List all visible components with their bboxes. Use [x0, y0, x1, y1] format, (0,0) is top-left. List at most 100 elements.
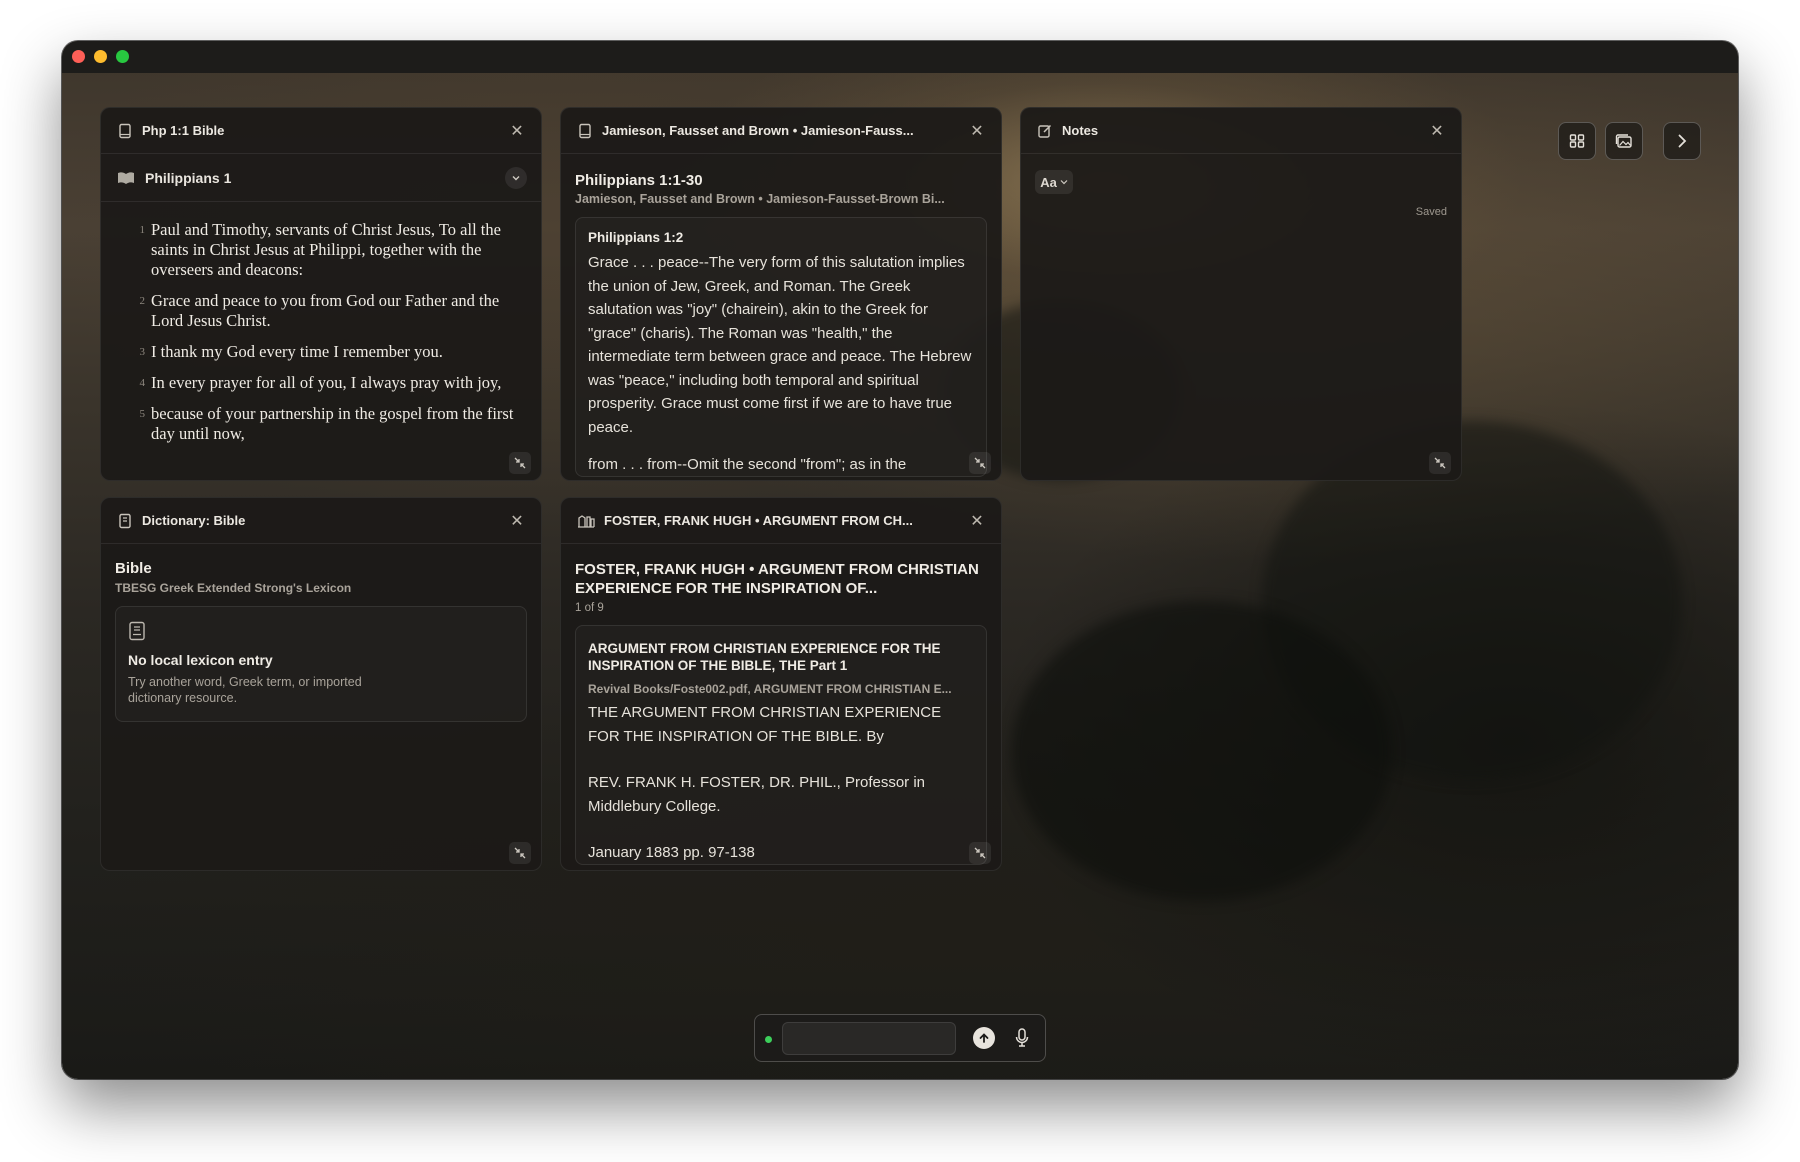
- commentary-title: Philippians 1:1-30: [575, 172, 703, 189]
- verse-text: I thank my God every time I remember you…: [151, 342, 443, 361]
- collapse-icon: [974, 847, 986, 859]
- verse-text: Paul and Timothy, servants of Christ Jes…: [151, 220, 501, 279]
- microphone-icon: [1015, 1028, 1029, 1047]
- excerpt-paragraph: January 1883 pp. 97-138: [588, 844, 755, 861]
- collapse-icon: [514, 457, 526, 469]
- arrow-up-icon: [979, 1033, 989, 1043]
- verse-number: 2: [139, 295, 146, 307]
- verse-item[interactable]: 3 I thank my God every time I remember yo…: [131, 342, 517, 362]
- bible-panel-title: Php 1:1 Bible: [142, 123, 225, 138]
- commentary-entry-text: Grace . . . peace--The very form of this…: [588, 254, 972, 436]
- verse-text: In every prayer for all of you, I always…: [151, 373, 502, 392]
- collapse-notes-panel-button[interactable]: [1429, 452, 1451, 474]
- close-document-panel-button[interactable]: ✕: [967, 511, 987, 531]
- empty-lexicon-title: No local lexicon entry: [128, 652, 273, 668]
- empty-lexicon-text: Try another word, Greek term, or importe…: [128, 675, 362, 705]
- font-options-label: Aa: [1040, 174, 1057, 190]
- notes-editor[interactable]: [1035, 228, 1449, 448]
- save-status: Saved: [1415, 206, 1447, 218]
- verse-text: because of your partnership in the gospe…: [151, 404, 514, 443]
- collapse-commentary-panel-button[interactable]: [969, 452, 991, 474]
- document-panel: FOSTER, FRANK HUGH • ARGUMENT FROM CH...…: [560, 497, 1002, 871]
- commentary-entry-next: from . . . from--Omit the second "from";…: [588, 456, 907, 473]
- dictionary-term: Bible: [115, 560, 152, 577]
- bible-panel: Php 1:1 Bible ✕ Philippians 1 1 Paul and …: [100, 107, 542, 481]
- commentary-source: Jamieson, Fausset and Brown • Jamieson-F…: [575, 192, 945, 206]
- collapse-bible-panel-button[interactable]: [509, 452, 531, 474]
- book-dropdown-button[interactable]: [505, 166, 527, 189]
- verse-number: 3: [139, 346, 146, 358]
- verse-item[interactable]: 2 Grace and peace to you from God our Fat…: [131, 291, 517, 331]
- open-book-icon: [118, 171, 134, 184]
- microphone-button[interactable]: [1010, 1026, 1034, 1050]
- commentary-panel-title: Jamieson, Fausset and Brown • Jamieson-F…: [602, 123, 914, 138]
- chevron-down-icon: [512, 175, 520, 180]
- verse-number: 4: [139, 377, 146, 389]
- excerpt-paragraph: REV. FRANK H. FOSTER, DR. PHIL., Profess…: [588, 774, 926, 815]
- background-tree: [1012, 601, 1392, 901]
- background-images-button[interactable]: [1605, 122, 1643, 160]
- collapse-icon: [974, 457, 986, 469]
- book-icon: [579, 123, 591, 138]
- minimize-window-button[interactable]: [94, 50, 107, 63]
- collapse-icon: [514, 847, 526, 859]
- dictionary-source: TBESG Greek Extended Strong's Lexicon: [115, 581, 352, 595]
- status-dot: [765, 1036, 772, 1043]
- dictionary-icon: [119, 513, 131, 528]
- chat-input[interactable]: [782, 1022, 956, 1055]
- document-panel-title: FOSTER, FRANK HUGH • ARGUMENT FROM CH...: [604, 513, 913, 528]
- close-bible-panel-button[interactable]: ✕: [507, 121, 527, 141]
- notes-panel-header: Notes ✕: [1021, 108, 1461, 154]
- chevron-right-icon: [1678, 134, 1687, 148]
- chevron-down-icon: [1060, 180, 1068, 185]
- dictionary-panel: Dictionary: Bible ✕ Bible TBESG Greek Ex…: [100, 497, 542, 871]
- notes-panel: Notes ✕ Aa Saved: [1020, 107, 1462, 481]
- library-icon: [578, 514, 595, 528]
- grid-layout-button[interactable]: [1558, 122, 1596, 160]
- dictionary-panel-header: Dictionary: Bible ✕: [101, 498, 541, 544]
- verse-text: Grace and peace to you from God our Fath…: [151, 291, 500, 330]
- commentary-panel-header: Jamieson, Fausset and Brown • Jamieson-F…: [561, 108, 1001, 154]
- commentary-entry-card: Philippians 1:2 Grace . . . peace--The v…: [575, 217, 987, 477]
- excerpt-source: Revival Books/Foste002.pdf, ARGUMENT FRO…: [588, 682, 952, 696]
- excerpt-title: ARGUMENT FROM CHRISTIAN EXPERIENCE FOR T…: [588, 641, 941, 673]
- grid-icon: [1569, 134, 1585, 148]
- book-icon: [119, 123, 131, 138]
- close-notes-panel-button[interactable]: ✕: [1427, 121, 1447, 141]
- book-chapter-label: Philippians 1: [145, 169, 232, 186]
- dictionary-panel-title: Dictionary: Bible: [142, 513, 246, 528]
- close-window-button[interactable]: [72, 50, 85, 63]
- zoom-window-button[interactable]: [116, 50, 129, 63]
- lexicon-book-icon: [129, 621, 145, 641]
- edit-note-icon: [1038, 124, 1052, 138]
- excerpt-paragraph: THE ARGUMENT FROM CHRISTIAN EXPERIENCE F…: [588, 704, 942, 745]
- bible-panel-header: Php 1:1 Bible ✕: [101, 108, 541, 154]
- image-stack-icon: [1615, 134, 1632, 148]
- font-options-button[interactable]: Aa: [1035, 170, 1073, 194]
- title-bar: [62, 41, 1738, 73]
- collapse-icon: [1434, 457, 1446, 469]
- chat-input-bar: [754, 1014, 1046, 1062]
- commentary-entry-ref: Philippians 1:2: [588, 230, 684, 245]
- empty-lexicon-card: No local lexicon entry Try another word,…: [115, 606, 527, 722]
- close-dictionary-panel-button[interactable]: ✕: [507, 511, 527, 531]
- collapse-dictionary-panel-button[interactable]: [509, 842, 531, 864]
- verse-item[interactable]: 5 because of your partnership in the gosp…: [131, 404, 517, 444]
- verse-item[interactable]: 1 Paul and Timothy, servants of Christ Je…: [131, 220, 517, 280]
- send-button[interactable]: [973, 1027, 995, 1049]
- collapse-document-panel-button[interactable]: [969, 842, 991, 864]
- verse-number: 5: [139, 408, 146, 420]
- commentary-panel: Jamieson, Fausset and Brown • Jamieson-F…: [560, 107, 1002, 481]
- verse-list: 1 Paul and Timothy, servants of Christ Je…: [101, 202, 541, 444]
- result-count: 1 of 9: [575, 602, 604, 614]
- document-excerpt-card: ARGUMENT FROM CHRISTIAN EXPERIENCE FOR T…: [575, 625, 987, 865]
- app-window: Php 1:1 Bible ✕ Philippians 1 1 Paul and …: [62, 41, 1738, 1079]
- next-panel-button[interactable]: [1663, 122, 1701, 160]
- document-title: FOSTER, FRANK HUGH • ARGUMENT FROM CHRIS…: [575, 561, 979, 597]
- notes-panel-title: Notes: [1062, 123, 1099, 138]
- close-commentary-panel-button[interactable]: ✕: [967, 121, 987, 141]
- verse-item[interactable]: 4 In every prayer for all of you, I alway…: [131, 373, 517, 393]
- document-panel-header: FOSTER, FRANK HUGH • ARGUMENT FROM CH...…: [561, 498, 1001, 544]
- verse-number: 1: [139, 224, 146, 236]
- book-selector[interactable]: Philippians 1: [101, 154, 541, 202]
